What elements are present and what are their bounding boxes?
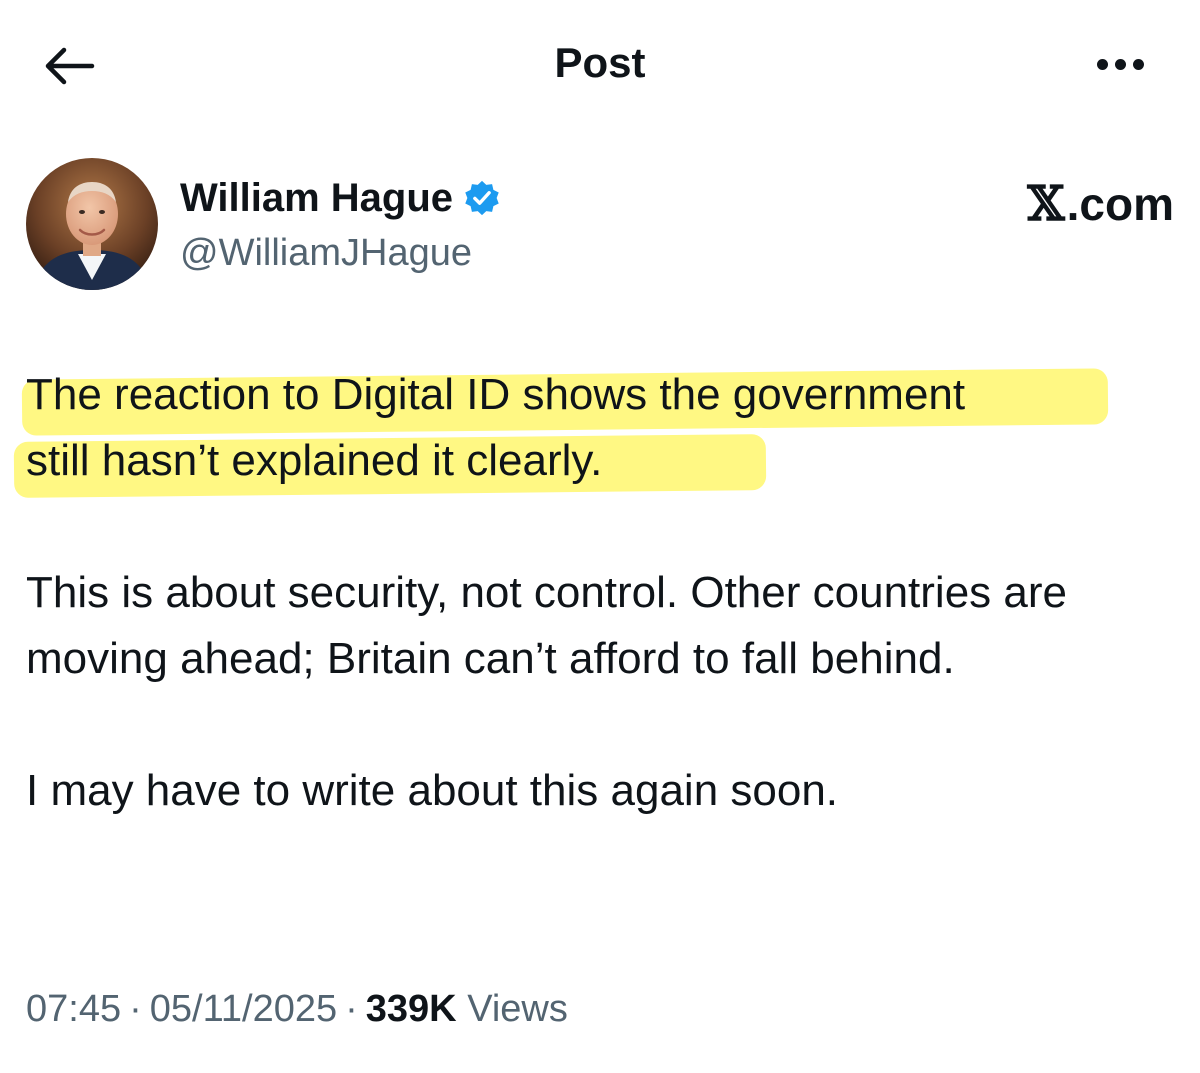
tweet-text: The reaction to Digital ID shows the gov… [13, 362, 1166, 824]
source-watermark: 𝕏 .com [1027, 176, 1174, 232]
highlighted-paragraph: The reaction to Digital ID shows the gov… [13, 362, 1166, 498]
meta-separator: · [345, 988, 358, 1030]
views-label: Views [467, 988, 568, 1030]
author-header: William Hague @WilliamJHague 𝕏 .com [26, 158, 1174, 294]
avatar-photo [26, 158, 158, 290]
arrow-left-icon [45, 47, 95, 85]
display-name[interactable]: William Hague [180, 174, 453, 222]
page-title: Post [554, 39, 646, 86]
post-date[interactable]: 05/11/2025 [150, 988, 337, 1030]
meta-separator: · [129, 988, 142, 1030]
post-time[interactable]: 07:45 [26, 988, 121, 1030]
display-name-row: William Hague [180, 174, 501, 222]
tweet-paragraph: This is about security, not control. Oth… [26, 568, 1067, 683]
source-domain: .com [1066, 178, 1174, 230]
back-button[interactable] [36, 34, 100, 98]
user-handle[interactable]: @WilliamJHague [180, 230, 472, 276]
avatar[interactable] [26, 158, 158, 290]
more-horizontal-icon [1096, 58, 1144, 70]
views-count: 339K [365, 988, 457, 1030]
x-logo-icon: 𝕏 [1027, 176, 1065, 232]
top-bar: Post [0, 0, 1200, 130]
tweet-paragraph: I may have to write about this again soo… [26, 766, 839, 815]
post-meta: 07:45 · 05/11/2025 · 339K Views [26, 984, 568, 1034]
tweet-line: The reaction to Digital ID shows the gov… [26, 370, 966, 419]
tweet-line: still hasn’t explained it clearly. [26, 436, 603, 485]
verified-badge-icon [465, 180, 499, 216]
more-options-button[interactable] [1084, 36, 1156, 92]
